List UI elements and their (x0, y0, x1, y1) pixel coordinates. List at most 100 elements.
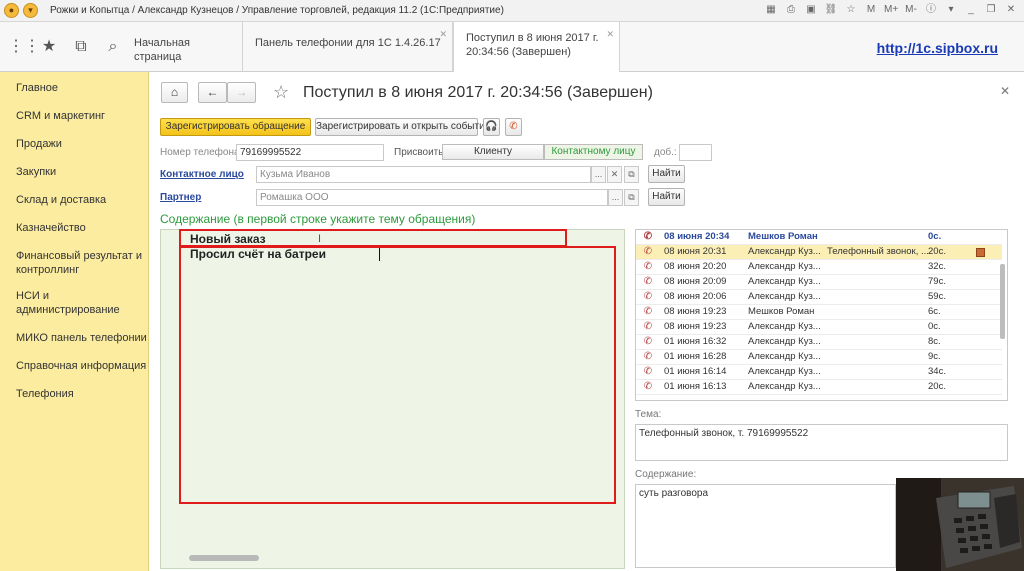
memory-minus-icon[interactable]: M- (904, 3, 918, 17)
assign-label: Присвоить: (394, 147, 447, 158)
restore-icon[interactable]: ❐ (984, 3, 998, 17)
close-window-icon[interactable]: ✕ (1004, 3, 1018, 17)
list-item[interactable]: ✆ 08 июня 20:20 Александр Куз... 32с. (636, 260, 1002, 275)
link-icon[interactable]: ⛓ (824, 3, 838, 17)
phone-call-icon: ✆ (643, 246, 653, 257)
contact-clear-button[interactable]: ✕ (607, 166, 622, 183)
sidebar-item-main[interactable]: Главное (16, 81, 58, 95)
phone-call-icon: ✆ (643, 291, 653, 302)
list-item[interactable]: ✆ 01 июня 16:32 Александр Куз... 8с. (636, 335, 1002, 350)
open-icon: ⧉ (628, 169, 635, 179)
tab-home[interactable]: Начальная страница (122, 22, 243, 71)
sidebar-item-sales[interactable]: Продажи (16, 137, 62, 151)
phone-call-button[interactable]: ✆ (505, 118, 522, 136)
phone-call-icon: ✆ (643, 336, 653, 347)
app-menu-icon[interactable]: ● (4, 3, 19, 18)
calls-vertical-scrollbar[interactable] (999, 246, 1006, 400)
content-editor[interactable]: Новый заказ Просил счёт на батреи I (160, 229, 625, 569)
list-item[interactable]: ✆ 08 июня 20:34 Мешков Роман 0с. (636, 230, 1002, 245)
page-title: Поступил в 8 июня 2017 г. 20:34:56 (Заве… (303, 84, 653, 101)
partner-open-button[interactable]: ⧉ (624, 189, 639, 206)
list-item[interactable]: ✆ 08 июня 20:31 Александр Куз... Телефон… (636, 245, 1002, 260)
list-item[interactable]: ✆ 08 июня 20:06 Александр Куз... 59с. (636, 290, 1002, 305)
theme-label: Тема: (635, 409, 662, 420)
tab-call-event[interactable]: Поступил в 8 июня 2017 г. 20:34:56 (Заве… (453, 22, 620, 72)
search-icon[interactable]: ⌕ (104, 38, 122, 56)
sidebar-item-reference[interactable]: Справочная информация (16, 359, 146, 373)
phone-call-icon: ✆ (643, 261, 653, 272)
dropdown-icon[interactable]: ▾ (944, 3, 958, 17)
history-icon[interactable]: ⧉ (72, 38, 90, 56)
sidebar: Главное CRM и маркетинг Продажи Закупки … (0, 72, 149, 571)
list-item[interactable]: ✆ 01 июня 16:14 Александр Куз... 34с. (636, 365, 1002, 380)
contact-select-button[interactable]: ... (591, 166, 606, 183)
scrollbar-thumb[interactable] (189, 555, 259, 561)
find-partner-button[interactable]: Найти (648, 188, 685, 206)
phone-field[interactable]: 79169995522 (236, 144, 384, 161)
contact-person-field[interactable]: Кузьма Иванов (256, 166, 591, 183)
sidebar-item-finance[interactable]: Финансовый результат и контроллинг (16, 249, 142, 277)
webcam-overlay (896, 478, 1024, 571)
scrollbar-thumb[interactable] (1000, 264, 1005, 339)
phone-icon: ✆ (509, 121, 518, 132)
sipbox-link[interactable]: http://1c.sipbox.ru (877, 40, 998, 56)
sidebar-item-warehouse[interactable]: Склад и доставка (16, 193, 106, 207)
call-content-field[interactable]: суть разговора (635, 484, 896, 568)
sidebar-item-treasury[interactable]: Казначейство (16, 221, 86, 235)
back-button[interactable]: ← (198, 82, 227, 103)
print-icon[interactable]: ⎙ (784, 3, 798, 17)
assign-client-button[interactable]: Клиенту (442, 144, 544, 160)
extension-field[interactable] (679, 144, 712, 161)
contact-person-link[interactable]: Контактное лицо (160, 169, 244, 180)
minimize-icon[interactable]: _ (964, 3, 978, 17)
memory-m-icon[interactable]: M (864, 3, 878, 17)
theme-field[interactable]: Телефонный звонок, т. 79169995522 (635, 424, 1008, 461)
forward-button[interactable]: → (227, 82, 256, 103)
main-panel: ⌂ ← → ☆ Поступил в 8 июня 2017 г. 20:34:… (150, 72, 1024, 571)
apps-grid-icon[interactable]: ⋮⋮ (8, 38, 40, 56)
favorite-star-icon[interactable]: ☆ (273, 82, 289, 103)
editor-horizontal-scrollbar[interactable] (179, 554, 619, 562)
partner-select-button[interactable]: ... (608, 189, 623, 206)
contact-open-button[interactable]: ⧉ (624, 166, 639, 183)
home-button[interactable]: ⌂ (161, 82, 188, 103)
register-request-button[interactable]: Зарегистрировать обращение (160, 118, 311, 136)
save-icon[interactable]: ▣ (804, 3, 818, 17)
dropdown-menu-icon[interactable]: ▾ (23, 3, 38, 18)
sidebar-item-nsi[interactable]: НСИ и администрирование (16, 289, 120, 317)
event-marker-icon[interactable] (976, 248, 985, 257)
headset-button[interactable]: 🎧 (483, 118, 500, 136)
register-open-event-button[interactable]: Зарегистрировать и открыть событие (315, 118, 490, 136)
open-icon: ⧉ (628, 192, 635, 202)
sidebar-item-miko[interactable]: МИКО панель телефонии (16, 331, 147, 345)
tab-bar: ⋮⋮ ★ ⧉ ⌕ Начальная страница Панель телеф… (0, 22, 1024, 72)
assign-contact-button[interactable]: Контактному лицу (544, 144, 643, 160)
window-title-bar: ● ▾ Рожки и Копытца / Александр Кузнецов… (0, 0, 1024, 22)
arrow-right-icon: → (235, 85, 248, 99)
find-contact-button[interactable]: Найти (648, 165, 685, 183)
tab-close-icon[interactable]: ✕ (606, 27, 614, 41)
tab-telephony-panel[interactable]: Панель телефонии для 1С 1.4.26.17 ✕ (243, 22, 453, 71)
highlight-box-subject (179, 229, 567, 247)
tab-close-icon[interactable]: ✕ (439, 27, 447, 41)
memory-plus-icon[interactable]: M+ (884, 3, 898, 17)
sidebar-item-crm[interactable]: CRM и маркетинг (16, 109, 105, 123)
list-item[interactable]: ✆ 01 июня 16:13 Александр Куз... 20с. (636, 380, 1002, 395)
star-icon[interactable]: ☆ (844, 3, 858, 17)
list-item[interactable]: ✆ 08 июня 19:23 Александр Куз... 0с. (636, 320, 1002, 335)
partner-link[interactable]: Партнер (160, 192, 201, 203)
grid-icon[interactable]: ▦ (764, 3, 778, 17)
ibeam-cursor-icon: I (318, 233, 322, 245)
sidebar-item-purchases[interactable]: Закупки (16, 165, 56, 179)
sidebar-item-telephony[interactable]: Телефония (16, 387, 74, 401)
list-item[interactable]: ✆ 01 июня 16:28 Александр Куз... 9с. (636, 350, 1002, 365)
phone-call-icon: ✆ (643, 321, 653, 332)
highlight-box-body (179, 246, 616, 504)
partner-field[interactable]: Ромашка ООО (256, 189, 608, 206)
info-icon[interactable]: ⓘ (924, 3, 938, 17)
list-item[interactable]: ✆ 08 июня 19:23 Мешков Роман 6с. (636, 305, 1002, 320)
list-item[interactable]: ✆ 08 июня 20:09 Александр Куз... 79с. (636, 275, 1002, 290)
close-form-icon[interactable]: ✕ (1000, 84, 1010, 98)
favorites-star-icon[interactable]: ★ (40, 38, 58, 56)
headset-icon: 🎧 (485, 121, 498, 132)
